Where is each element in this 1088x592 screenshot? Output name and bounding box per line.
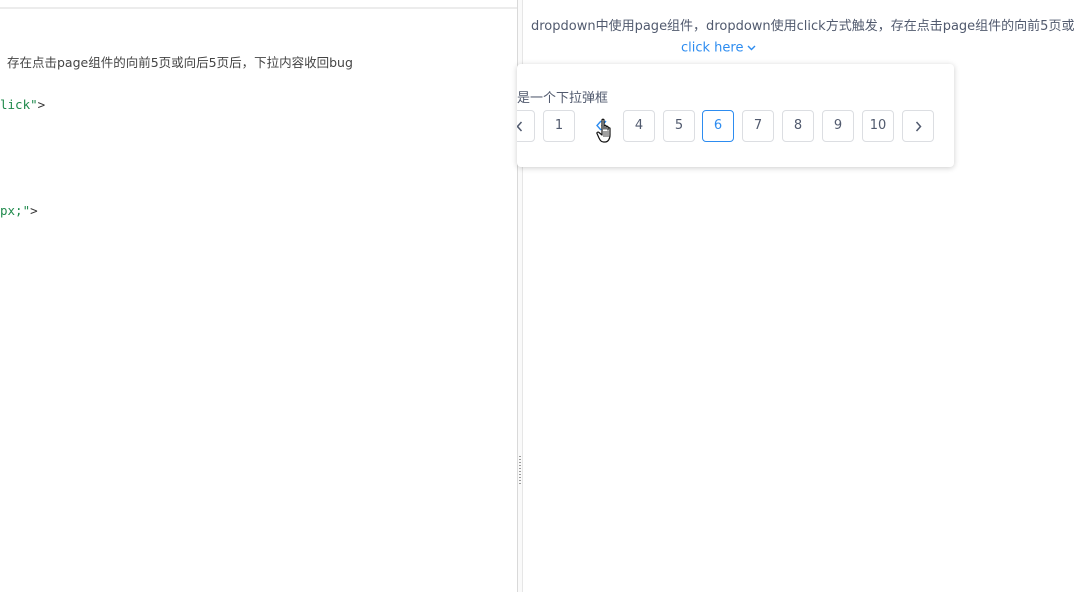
code-editor-pane[interactable]: 存在点击page组件的向前5页或向后5页后，下拉内容收回bug lick"> p…: [0, 0, 517, 592]
chevron-right-icon: [903, 121, 933, 132]
pagination-page-5[interactable]: 5: [663, 110, 695, 142]
pagination-page-4[interactable]: 4: [623, 110, 655, 142]
code-line-trigger-attr: lick">: [0, 97, 45, 113]
app-root: 存在点击page组件的向前5页或向后5页后，下拉内容收回bug lick"> p…: [0, 0, 1088, 592]
editor-top-border: [0, 7, 517, 9]
dropdown-menu-popup: 是一个下拉弹框 1 4 5 6 7 8 9 10: [517, 64, 954, 167]
code-punctuation: >: [37, 97, 46, 112]
dropdown-trigger-link[interactable]: click here: [681, 39, 756, 58]
code-punctuation: >: [30, 203, 38, 218]
pagination-page-8[interactable]: 8: [782, 110, 814, 142]
code-string: px;": [0, 203, 31, 218]
code-line-style-attr: px;">: [0, 203, 38, 219]
chevron-down-icon: [747, 39, 756, 57]
dropdown-content-text: 是一个下拉弹框: [517, 91, 609, 106]
pagination-page-7[interactable]: 7: [742, 110, 774, 142]
demo-description: dropdown中使用page组件，dropdown使用click方式触发，存在…: [531, 19, 1075, 34]
pagination-page-6-current[interactable]: 6: [702, 110, 734, 142]
pagination-next-button[interactable]: [902, 110, 934, 142]
code-string: lick": [0, 97, 38, 112]
hand-cursor-icon: [596, 118, 616, 144]
pagination-page-1[interactable]: 1: [543, 110, 575, 142]
splitter-grip-handle[interactable]: [519, 456, 521, 486]
pagination-page-9[interactable]: 9: [822, 110, 854, 142]
dropdown-trigger-label: click here: [681, 40, 744, 56]
code-comment-line: 存在点击page组件的向前5页或向后5页后，下拉内容收回bug: [7, 55, 353, 70]
pagination-page-10[interactable]: 10: [862, 110, 894, 142]
pagination-prev-button[interactable]: [517, 110, 535, 142]
chevron-left-icon: [517, 121, 534, 132]
